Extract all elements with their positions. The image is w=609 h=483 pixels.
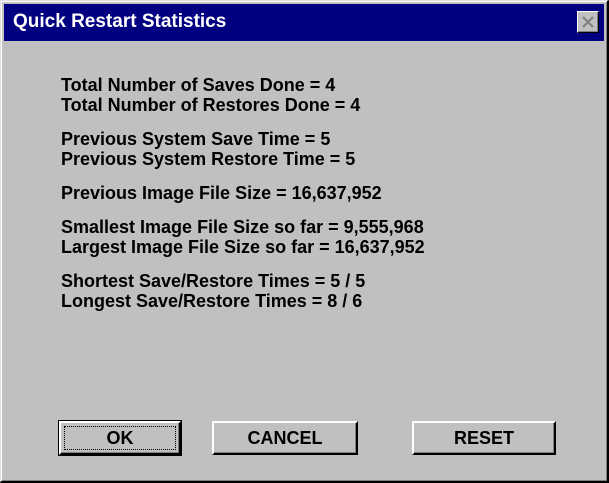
- reset-button-label: RESET: [453, 427, 514, 448]
- prev-image-size-text: Previous Image File Size = 16,637,952: [61, 183, 382, 203]
- longest-times-text: Longest Save/Restore Times = 8 / 6: [61, 291, 363, 311]
- largest-image-size-text: Largest Image File Size so far = 16,637,…: [61, 237, 425, 257]
- prev-save-time-text: Previous System Save Time = 5: [61, 129, 331, 149]
- close-button[interactable]: [577, 11, 599, 33]
- prev-restore-time-text: Previous System Restore Time = 5: [61, 149, 356, 169]
- cancel-button-label: CANCEL: [247, 427, 323, 448]
- smallest-image-size-text: Smallest Image File Size so far = 9,555,…: [61, 217, 424, 237]
- statistics-panel: Total Number of Saves Done = 4 Total Num…: [61, 75, 425, 311]
- shortest-times-text: Shortest Save/Restore Times = 5 / 5: [61, 271, 366, 291]
- focus-rect: [64, 426, 176, 450]
- saves-done-text: Total Number of Saves Done = 4: [61, 75, 336, 95]
- ok-button[interactable]: OK: [58, 420, 182, 456]
- window-title: Quick Restart Statistics: [13, 11, 227, 32]
- title-bar[interactable]: Quick Restart Statistics: [4, 4, 604, 41]
- cancel-button[interactable]: CANCEL: [212, 421, 358, 455]
- reset-button[interactable]: RESET: [412, 421, 556, 455]
- quick-restart-statistics-dialog: Quick Restart Statistics Total Number of…: [0, 0, 609, 483]
- restores-done-text: Total Number of Restores Done = 4: [61, 95, 361, 115]
